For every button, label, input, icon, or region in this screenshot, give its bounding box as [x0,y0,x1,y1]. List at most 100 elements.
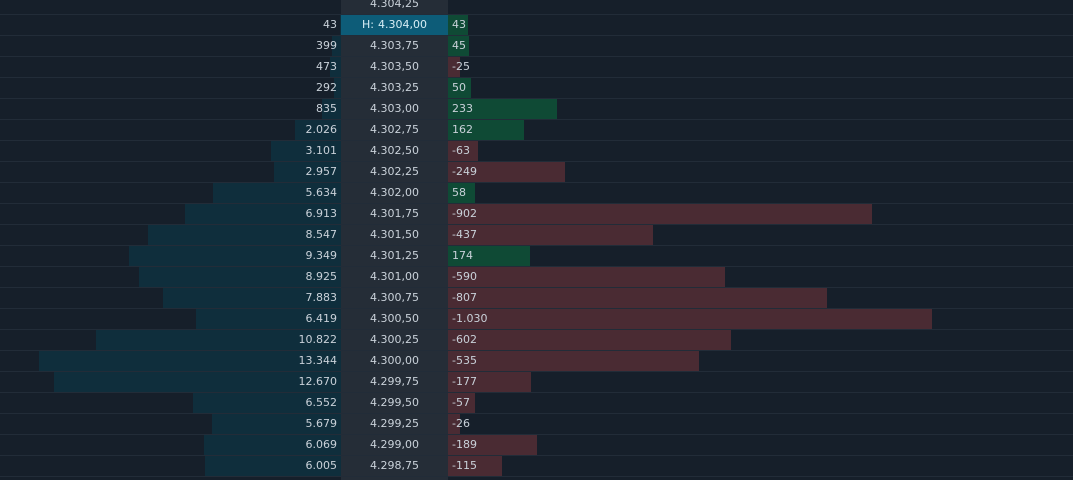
price-cell[interactable]: 4.299,75 [341,372,448,392]
price-value: 4.300,25 [370,333,419,346]
delta-value: -590 [452,270,477,283]
ladder-row[interactable]: 8.547 4.301,50 -437 [0,225,1073,246]
delta-value: 43 [452,18,466,31]
delta-value: -26 [452,417,470,430]
price-cell[interactable]: 4.301,25 [341,246,448,266]
price-cell[interactable]: 4.303,50 [341,57,448,77]
volume-value: 6.552 [305,396,338,409]
price-value: 4.300,00 [370,354,419,367]
ladder-row[interactable]: 399 4.303,75 45 [0,36,1073,57]
price-cell[interactable]: 4.300,75 [341,288,448,308]
ladder-row[interactable]: 6.005 4.298,75 -115 [0,456,1073,477]
delta-value: -902 [452,207,477,220]
high-marker: H: [362,18,374,31]
price-value: 4.300,50 [370,312,419,325]
price-cell[interactable]: 4.303,75 [341,36,448,56]
volume-value: 9.349 [305,249,338,262]
delta-value: 50 [452,81,466,94]
delta-value: -177 [452,375,477,388]
price-cell[interactable]: 4.301,50 [341,225,448,245]
ladder-row[interactable]: 8.925 4.301,00 -590 [0,267,1073,288]
volume-value: 835 [316,102,337,115]
ladder-row[interactable]: 6.552 4.299,50 -57 [0,393,1073,414]
price-ladder: 4.304,25 43 H: 4.304,00 43 399 4.303,75 45 473 4… [0,0,1073,480]
volume-value: 10.822 [298,333,338,346]
price-cell[interactable]: H: 4.304,00 [341,15,448,35]
ladder-row[interactable]: 473 4.303,50 -25 [0,57,1073,78]
ladder-row[interactable]: 6.069 4.299,00 -189 [0,435,1073,456]
price-cell[interactable]: 4.301,00 [341,267,448,287]
volume-value: 2.957 [305,165,338,178]
price-cell[interactable]: 4.299,50 [341,393,448,413]
delta-value: -25 [452,60,470,73]
delta-value: -57 [452,396,470,409]
ladder-row[interactable]: 10.822 4.300,25 -602 [0,330,1073,351]
volume-value: 473 [316,60,337,73]
volume-value: 6.913 [305,207,338,220]
ladder-row[interactable]: 9.349 4.301,25 174 [0,246,1073,267]
delta-value: -602 [452,333,477,346]
price-cell[interactable]: 4.302,00 [341,183,448,203]
ladder-row[interactable]: 6.913 4.301,75 -902 [0,204,1073,225]
price-value: 4.302,75 [370,123,419,136]
volume-value: 2.026 [305,123,338,136]
price-cell[interactable]: 4.303,00 [341,99,448,119]
price-cell[interactable]: 4.302,25 [341,162,448,182]
volume-value: 5.679 [305,417,338,430]
price-value: 4.303,75 [370,39,419,52]
price-cell[interactable]: 4.302,75 [341,120,448,140]
volume-value: 8.925 [305,270,338,283]
volume-value: 13.344 [298,354,338,367]
price-value: 4.302,25 [370,165,419,178]
price-value: 4.298,75 [370,459,419,472]
price-cell[interactable]: 4.304,25 [341,0,448,14]
ladder-row[interactable]: 5.634 4.302,00 58 [0,183,1073,204]
volume-value: 5.634 [305,186,338,199]
price-value: 4.302,00 [370,186,419,199]
volume-value: 12.670 [298,375,338,388]
delta-value: -437 [452,228,477,241]
price-cell[interactable]: 4.303,25 [341,78,448,98]
delta-value: -63 [452,144,470,157]
delta-bar-negative [448,288,827,308]
volume-value: 6.005 [305,459,338,472]
delta-bar-negative [448,309,932,329]
price-value: 4.299,25 [370,417,419,430]
price-cell[interactable]: 4.302,50 [341,141,448,161]
ladder-row[interactable]: 835 4.303,00 233 [0,99,1073,120]
ladder-row[interactable]: 12.670 4.299,75 -177 [0,372,1073,393]
price-cell[interactable]: 4.299,25 [341,414,448,434]
delta-bar-negative [448,225,653,245]
price-cell[interactable]: 4.298,75 [341,456,448,476]
price-value: 4.301,75 [370,207,419,220]
delta-value: 162 [452,123,473,136]
ladder-row[interactable]: 3.101 4.302,50 -63 [0,141,1073,162]
price-value: 4.300,75 [370,291,419,304]
ladder-row[interactable]: 6.419 4.300,50 -1.030 [0,309,1073,330]
price-value: 4.299,75 [370,375,419,388]
price-value: 4.303,50 [370,60,419,73]
delta-value: -535 [452,354,477,367]
volume-value: 8.547 [305,228,338,241]
ladder-row[interactable]: 13.344 4.300,00 -535 [0,351,1073,372]
price-cell[interactable]: 4.300,25 [341,330,448,350]
ladder-row[interactable]: 2.957 4.302,25 -249 [0,162,1073,183]
delta-value: -189 [452,438,477,451]
price-value: 4.302,50 [370,144,419,157]
price-cell[interactable]: 4.300,00 [341,351,448,371]
price-cell[interactable]: 4.299,00 [341,435,448,455]
delta-bar-negative [448,204,872,224]
delta-value: -807 [452,291,477,304]
delta-value: 45 [452,39,466,52]
ladder-row[interactable]: 7.883 4.300,75 -807 [0,288,1073,309]
price-cell[interactable]: 4.300,50 [341,309,448,329]
ladder-row[interactable]: 43 H: 4.304,00 43 [0,15,1073,36]
price-cell[interactable]: 4.301,75 [341,204,448,224]
ladder-row[interactable]: 2.026 4.302,75 162 [0,120,1073,141]
volume-value: 43 [323,18,337,31]
delta-value: -115 [452,459,477,472]
ladder-row[interactable]: 5.679 4.299,25 -26 [0,414,1073,435]
ladder-row[interactable]: 292 4.303,25 50 [0,78,1073,99]
delta-value: -249 [452,165,477,178]
delta-value: 233 [452,102,473,115]
